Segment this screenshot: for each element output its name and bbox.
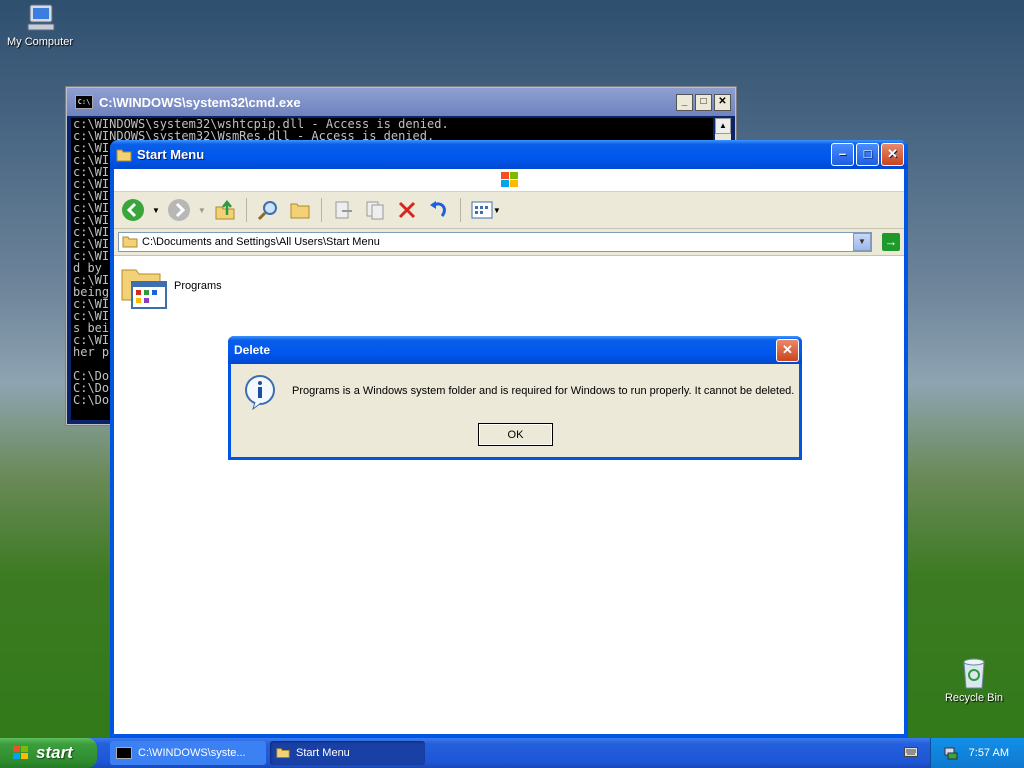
ok-button[interactable]: OK [478,423,553,446]
maximize-button[interactable]: □ [856,143,879,166]
back-arrow-icon [122,199,144,221]
system-tray: 7:57 AM [930,738,1024,768]
folder-icon [122,236,138,248]
search-button[interactable] [255,197,281,223]
windows-flag-icon [13,746,28,759]
undo-icon [429,201,446,217]
recycle-bin-icon [963,658,985,689]
file-item-programs[interactable]: Programs [120,262,222,310]
folders-icon [290,203,310,219]
scroll-up-icon[interactable]: ▲ [715,118,731,134]
desktop-icon-my-computer[interactable]: My Computer [0,2,80,48]
keyboard-icon[interactable] [904,746,918,758]
desktop-icon-label: Recycle Bin [944,692,1004,704]
explorer-title: Start Menu [137,147,205,162]
file-item-label: Programs [174,280,222,292]
forward-button[interactable] [166,197,192,223]
copy-to-button[interactable] [362,197,388,223]
explorer-titlebar[interactable]: Start Menu – □ ✕ [110,140,908,169]
desktop-icon-recycle-bin[interactable]: Recycle Bin [934,656,1014,704]
taskbar-item-start-menu[interactable]: Start Menu [270,741,425,765]
move-to-icon [335,201,352,219]
toolbar: ▼ ▼ ▼ [114,192,904,229]
close-button[interactable]: ✕ [714,93,731,111]
folder-icon [116,149,132,161]
views-dropdown-icon[interactable]: ▼ [493,206,501,215]
minimize-button[interactable]: _ [676,93,693,111]
views-button[interactable] [469,197,495,223]
go-button[interactable]: → [882,233,900,251]
toolbar-separator [320,198,322,222]
up-folder-button[interactable] [212,197,238,223]
network-icon[interactable] [943,745,959,761]
copy-to-icon [366,201,384,220]
toolbar-separator [459,198,461,222]
folders-button[interactable] [287,197,313,223]
dialog-title: Delete [234,343,271,357]
dialog-message: Programs is a Windows system folder and … [292,385,795,397]
up-folder-icon [215,199,235,220]
forward-dropdown-icon[interactable]: ▼ [198,206,206,215]
start-button[interactable]: start [0,738,97,768]
windows-logo-icon [501,172,518,187]
taskbar-item-label: Start Menu [296,747,350,759]
dialog-titlebar[interactable]: Delete ✕ [228,336,802,364]
search-icon [257,201,277,221]
taskbar: start C:\WINDOWS\syste... Start Menu 7:5… [0,738,1024,768]
folder-icon [276,748,290,758]
info-icon [245,375,275,410]
taskbar-item-cmd[interactable]: C:\WINDOWS\syste... [110,741,266,765]
dialog-body: Programs is a Windows system folder and … [231,364,799,457]
cmd-title: C:\WINDOWS\system32\cmd.exe [99,94,301,110]
minimize-button[interactable]: – [831,143,854,166]
cmd-icon: C:\ [75,95,93,109]
close-button[interactable]: ✕ [881,143,904,166]
undo-button[interactable] [426,197,452,223]
start-label: start [36,743,73,762]
cmd-titlebar[interactable]: C:\ C:\WINDOWS\system32\cmd.exe _ □ ✕ [67,88,735,116]
address-text: C:\Documents and Settings\All Users\Star… [142,236,380,248]
address-input[interactable]: C:\Documents and Settings\All Users\Star… [118,232,872,252]
address-bar: C:\Documents and Settings\All Users\Star… [114,229,904,256]
address-dropdown-icon[interactable]: ▼ [853,233,871,251]
back-dropdown-icon[interactable]: ▼ [152,206,160,215]
desktop-icon-label: My Computer [6,36,74,48]
menu-bar [114,169,904,192]
cmd-icon [116,747,132,759]
taskbar-item-label: C:\WINDOWS\syste... [138,747,246,759]
maximize-button[interactable]: □ [695,93,712,111]
back-button[interactable] [120,197,146,223]
clock[interactable]: 7:57 AM [969,747,1009,759]
delete-dialog[interactable]: Delete ✕ Programs is a Windows system fo… [228,336,802,460]
programs-folder-icon [121,269,167,309]
views-icon [471,201,493,219]
delete-x-icon [398,201,415,219]
delete-button[interactable] [394,197,420,223]
my-computer-icon [27,4,55,31]
move-to-button[interactable] [330,197,356,223]
toolbar-separator [245,198,247,222]
forward-arrow-icon [167,199,190,221]
close-button[interactable]: ✕ [776,338,799,362]
